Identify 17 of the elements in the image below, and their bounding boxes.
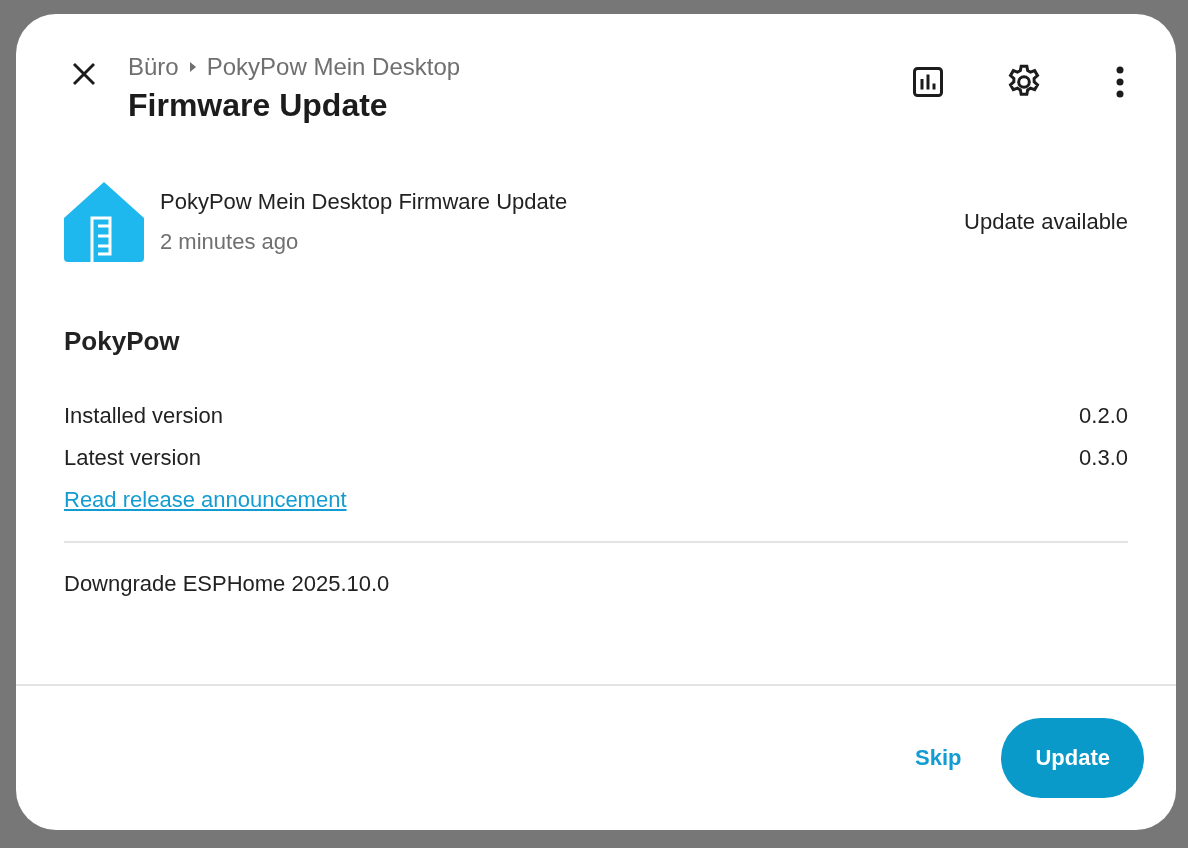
home-logo-icon [64,182,144,262]
update-button[interactable]: Update [1001,718,1144,798]
breadcrumb-item[interactable]: Büro [128,50,179,84]
dialog-title: Firmware Update [128,86,389,125]
version-label: Latest version [64,444,201,472]
version-label: Installed version [64,402,223,430]
last-changed-time: 2 minutes ago [160,228,300,256]
version-value: 0.3.0 [1079,444,1128,472]
entity-name: PokyPow Mein Desktop Firmware Update [160,188,569,216]
downgrade-text: Downgrade ESPHome 2025.10.0 [64,571,391,597]
entity-state: Update available [964,209,1128,235]
caret-icon [188,61,197,73]
breadcrumb-item[interactable]: PokyPow Mein Desktop [206,50,461,84]
skip-button[interactable]: Skip [914,745,962,771]
section-heading: PokyPow [64,326,181,357]
version-value: 0.2.0 [1079,402,1128,430]
release-link[interactable]: Read release announcement [64,479,347,521]
